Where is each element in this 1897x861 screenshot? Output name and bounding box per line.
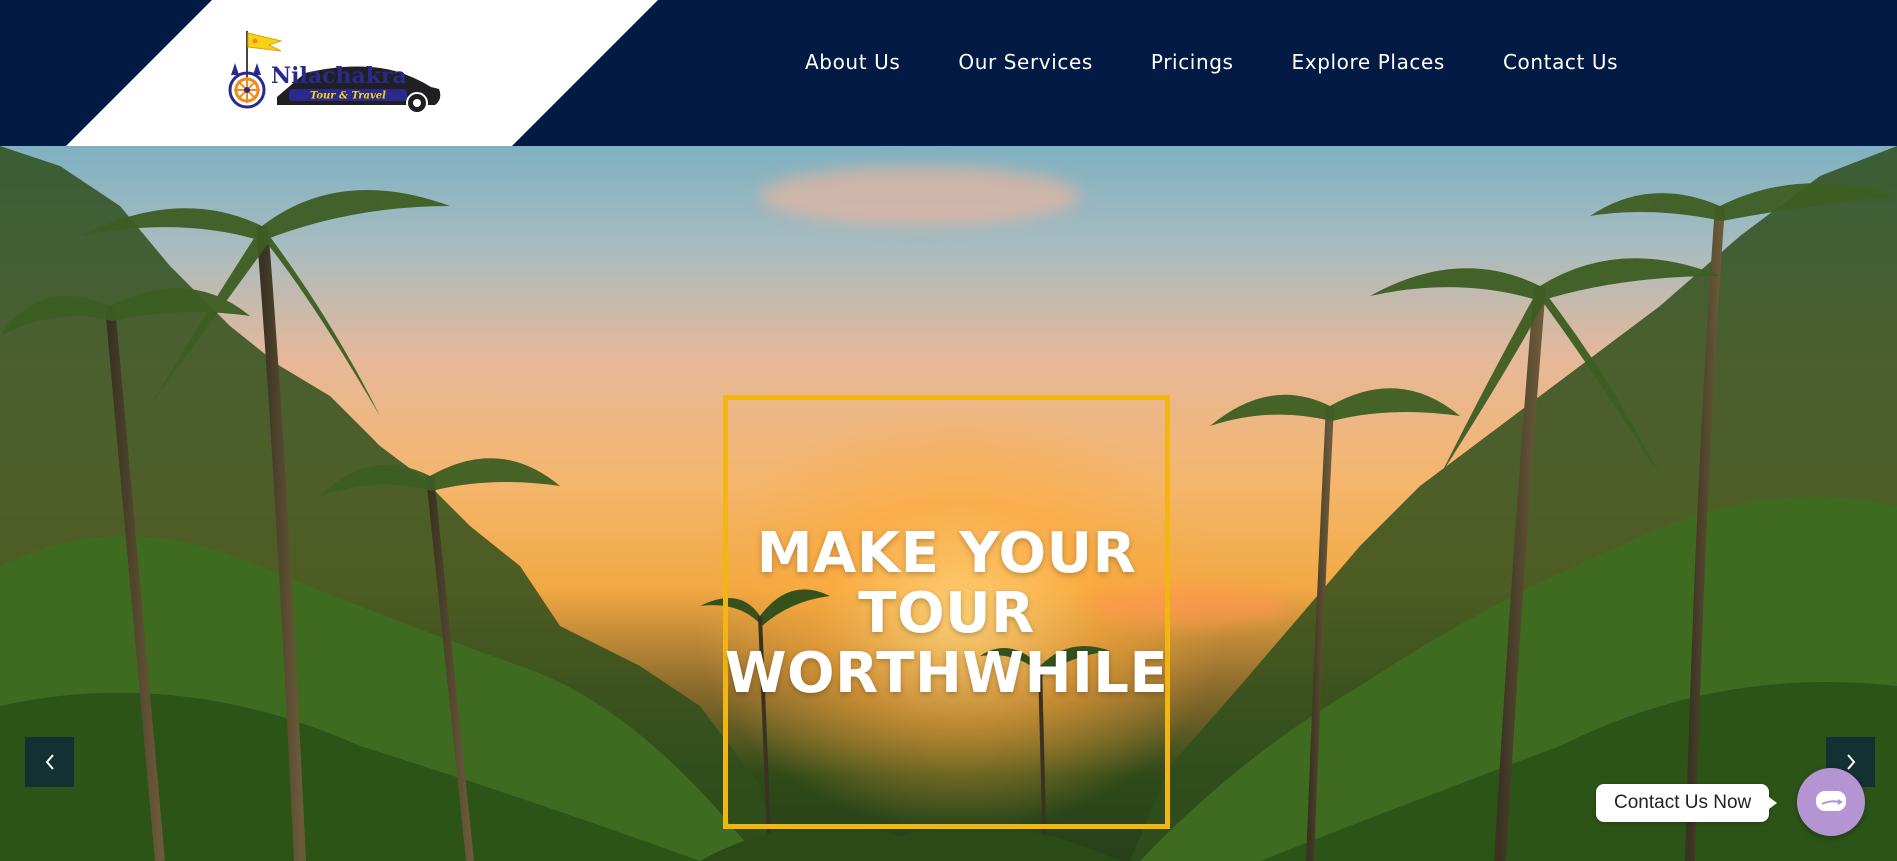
headline-line-2: TOUR xyxy=(858,581,1035,646)
hero-headline: MAKE YOUR TOUR WORTHWHILE xyxy=(723,524,1170,704)
contact-us-now-label[interactable]: Contact Us Now xyxy=(1596,784,1778,822)
headline-line-1: MAKE YOUR xyxy=(756,521,1137,586)
contact-chat-button[interactable] xyxy=(1797,768,1865,836)
headline-line-3: WORTHWHILE xyxy=(724,641,1169,706)
main-nav: About Us Our Services Pricings Explore P… xyxy=(805,50,1618,74)
site-logo[interactable]: Tour & Travel Nilachakra xyxy=(217,27,447,115)
nav-pricings[interactable]: Pricings xyxy=(1151,50,1234,74)
nav-explore-places[interactable]: Explore Places xyxy=(1292,50,1445,74)
nav-about-us[interactable]: About Us xyxy=(805,50,900,74)
slider-prev-button[interactable] xyxy=(25,737,74,787)
chat-icon xyxy=(1816,791,1846,811)
nav-contact-us[interactable]: Contact Us xyxy=(1503,50,1618,74)
chevron-left-icon xyxy=(45,754,54,770)
chevron-right-icon xyxy=(1846,754,1855,770)
logo-brand-name: Nilachakra xyxy=(271,63,407,89)
nav-our-services[interactable]: Our Services xyxy=(958,50,1093,74)
logo-graphic: Tour & Travel Nilachakra xyxy=(228,31,441,114)
logo-tagline: Tour & Travel xyxy=(310,91,386,102)
site-header: Tour & Travel Nilachakra About Us Our Se… xyxy=(0,0,1897,146)
